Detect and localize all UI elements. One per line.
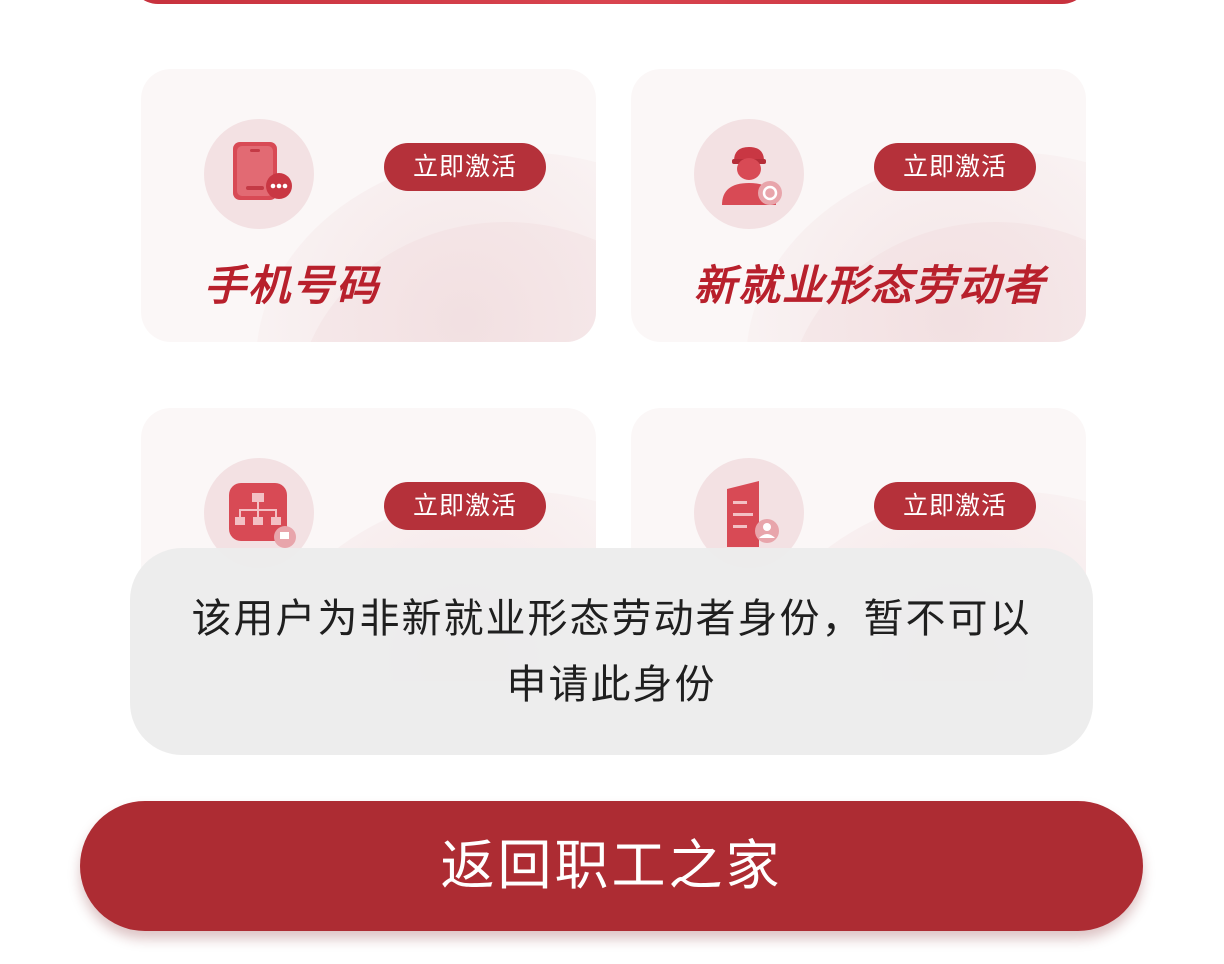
toast-text: 该用户为非新就业形态劳动者身份，暂不可以申请此身份: [191, 595, 1032, 708]
toast-message: 该用户为非新就业形态劳动者身份，暂不可以申请此身份: [130, 548, 1093, 755]
page: 立即激活 手机号码 立即激活 新就业形态劳动者 立即激活 立即激活 该用户为非新…: [0, 0, 1224, 964]
phone-tablet-icon: [204, 119, 314, 229]
activate-button[interactable]: 立即激活: [874, 143, 1036, 191]
card-title: 新就业形态劳动者: [694, 261, 1047, 310]
card-title: 手机号码: [204, 261, 381, 310]
card-new-employment-worker[interactable]: 立即激活 新就业形态劳动者: [631, 69, 1086, 342]
card-phone-number[interactable]: 立即激活 手机号码: [141, 69, 596, 342]
top-banner: [130, 0, 1090, 4]
activate-button[interactable]: 立即激活: [384, 143, 546, 191]
activate-button[interactable]: 立即激活: [384, 482, 546, 530]
return-home-button[interactable]: 返回职工之家: [80, 801, 1143, 931]
activate-button[interactable]: 立即激活: [874, 482, 1036, 530]
worker-person-icon: [694, 119, 804, 229]
